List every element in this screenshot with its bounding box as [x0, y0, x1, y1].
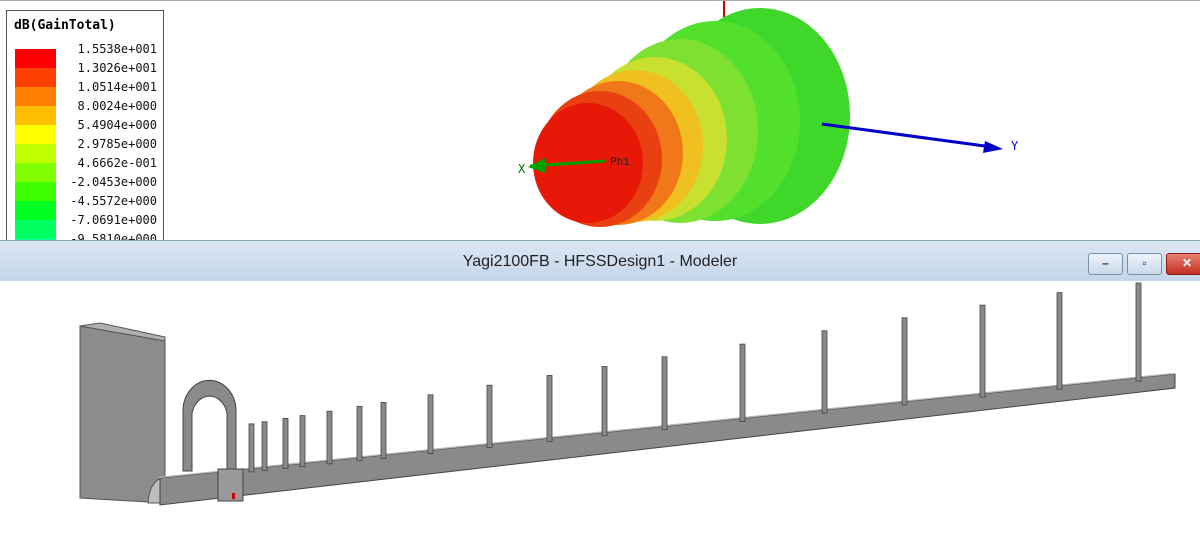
x-axis-label: X: [518, 162, 526, 176]
legend-swatch: [15, 201, 56, 220]
legend-swatch: [15, 49, 56, 68]
legend-value: 1.0514e+001: [77, 80, 157, 94]
legend-swatch: [15, 68, 56, 87]
legend-swatch: [15, 106, 56, 125]
legend-swatch: [15, 87, 56, 106]
director-element: [299, 415, 306, 468]
reflector-plate: [79, 325, 166, 504]
radiation-pattern-view[interactable]: Y X Phi dB(GainTotal) 1.5538e+001 1.3026e…: [0, 0, 1200, 252]
director-element: [1135, 282, 1142, 382]
legend-swatch: [15, 163, 56, 182]
close-button[interactable]: ✕: [1166, 253, 1200, 275]
minimize-button[interactable]: –: [1088, 253, 1123, 275]
director-element: [356, 405, 363, 462]
radiation-pattern-3d: Y X Phi: [518, 1, 1019, 227]
legend-value: 8.0024e+000: [77, 99, 157, 113]
legend-swatch: [15, 182, 56, 201]
legend-swatch: [15, 125, 56, 144]
legend-value: -2.0453e+000: [70, 175, 157, 189]
window-title: Yagi2100FB - HFSSDesign1 - Modeler: [462, 253, 738, 270]
director-element: [979, 304, 986, 398]
director-element: [1056, 292, 1063, 390]
legend-value: 5.4904e+000: [77, 118, 157, 132]
legend-value: 1.3026e+001: [77, 61, 157, 75]
yagi-antenna-model: [79, 282, 1176, 506]
director-element: [326, 410, 333, 465]
modeler-viewport[interactable]: [0, 281, 1200, 540]
director-element: [427, 394, 434, 454]
y-axis-label: Y: [1011, 139, 1019, 153]
phi-label: Phi: [610, 155, 630, 168]
legend-value: 2.9785e+000: [77, 137, 157, 151]
director-element: [380, 402, 387, 459]
legend-value: 4.6662e-001: [77, 156, 157, 170]
director-element: [901, 317, 908, 406]
legend-value: -7.0691e+000: [70, 213, 157, 227]
director-element: [601, 366, 608, 437]
driven-element: [182, 380, 237, 472]
director-element: [282, 417, 289, 469]
legend-swatch: [15, 144, 56, 163]
color-legend: dB(GainTotal) 1.5538e+001 1.3026e+001 1.05…: [6, 10, 164, 252]
director-element: [248, 423, 255, 473]
maximize-button[interactable]: ▫: [1127, 253, 1162, 275]
legend-value: -4.5572e+000: [70, 194, 157, 208]
director-element: [261, 421, 268, 471]
director-element: [821, 330, 828, 414]
director-element: [546, 375, 553, 442]
legend-swatch: [15, 220, 56, 239]
director-element: [739, 343, 746, 422]
director-element: [486, 384, 493, 448]
director-element: [661, 356, 668, 430]
boom: [159, 373, 1176, 506]
window-title-bar[interactable]: Yagi2100FB - HFSSDesign1 - Modeler – ▫ ✕: [0, 240, 1200, 282]
legend-title: dB(GainTotal): [14, 18, 116, 33]
legend-value: 1.5538e+001: [77, 42, 157, 56]
